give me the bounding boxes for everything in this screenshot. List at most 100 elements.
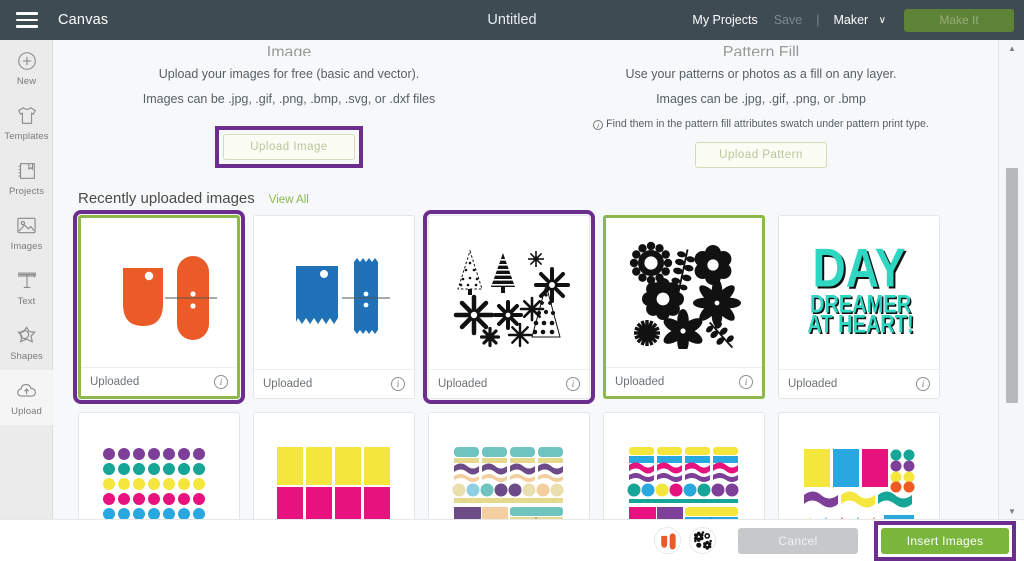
sidebar-item-text[interactable]: Text	[0, 260, 53, 315]
selected-thumb-black-flowers[interactable]	[689, 527, 716, 554]
hamburger-menu-icon[interactable]	[16, 12, 38, 28]
image-card-blue-tags[interactable]: Uploaded i	[253, 215, 415, 399]
make-it-button[interactable]: Make It	[904, 8, 1014, 32]
card-label: Uploaded	[90, 376, 140, 388]
text-t-icon	[15, 269, 39, 293]
panel-scrollbar[interactable]: ▲ ▼	[998, 40, 1024, 519]
sidebar-item-shapes[interactable]: Shapes	[0, 315, 53, 370]
card-slot: Uploaded i	[603, 215, 765, 399]
image-card-black-flowers[interactable]: Uploaded i	[603, 215, 765, 399]
card-label: Uploaded	[438, 378, 488, 390]
save-button[interactable]: Save	[774, 13, 803, 27]
image-card-sticker-sheet[interactable]	[778, 412, 940, 519]
card-footer: Uploaded i	[606, 367, 762, 396]
card-slot: Uploaded i	[253, 215, 415, 399]
card-label: Uploaded	[615, 376, 665, 388]
insert-images-button[interactable]: Insert Images	[881, 527, 1009, 554]
image-desc-line2: Images can be .jpg, .gif, .png, .bmp, .s…	[142, 92, 436, 106]
my-projects-button[interactable]: My Projects	[692, 13, 757, 27]
sidebar-item-projects[interactable]: Projects	[0, 150, 53, 205]
cricut-design-space-window: Canvas Untitled My Projects Save | Maker…	[0, 0, 1024, 561]
card-footer: Uploaded i	[81, 367, 237, 396]
card-slot	[428, 412, 590, 519]
upload-pattern-button[interactable]: Upload Pattern	[695, 142, 827, 168]
info-icon[interactable]: i	[214, 375, 228, 389]
image-card-color-blocks[interactable]	[253, 412, 415, 519]
pattern-desc-line1: Use your patterns or photos as a fill on…	[625, 67, 897, 81]
image-card-day-dreamer[interactable]: DAY DAY DREAMER DREAMER AT HEART! AT HEA…	[778, 215, 940, 399]
top-bar-right-group: My Projects Save | Maker ∨ Make It	[692, 8, 1024, 32]
upload-panel: Image Upload your images for free (basic…	[53, 40, 998, 519]
top-bar: Canvas Untitled My Projects Save | Maker…	[0, 0, 1024, 40]
card-footer: Uploaded i	[779, 369, 939, 398]
pattern-note: i Find them in the pattern fill attribute…	[525, 118, 997, 130]
thumbnail-color-blocks	[254, 413, 414, 519]
thumbnail-dot-grid	[79, 413, 239, 519]
info-icon[interactable]: i	[916, 377, 930, 391]
tshirt-icon	[15, 104, 39, 128]
pattern-upload-column: Pattern Fill Use your patterns or photos…	[525, 42, 997, 168]
pattern-note-text: Find them in the pattern fill attributes…	[606, 118, 929, 130]
image-desc-line1: Upload your images for free (basic and v…	[158, 67, 420, 81]
sidebar-item-upload[interactable]: Upload	[0, 370, 53, 425]
sidebar-item-label: Upload	[11, 405, 42, 417]
upload-image-wrap: Upload Image	[53, 126, 525, 168]
image-card-planner-muted[interactable]	[428, 412, 590, 519]
thumbnail-day-dreamer-text: DAY DAY DREAMER DREAMER AT HEART! AT HEA…	[779, 216, 939, 369]
upload-pattern-wrap: Upload Pattern	[525, 142, 997, 168]
info-icon[interactable]: i	[391, 377, 405, 391]
image-card-dot-grid[interactable]	[78, 412, 240, 519]
thumbnail-planner-bright	[604, 413, 764, 519]
svg-text:DAY: DAY	[813, 238, 906, 298]
picture-icon	[15, 214, 39, 238]
card-label: Uploaded	[788, 378, 838, 390]
thumbnail-sticker-sheet	[779, 413, 939, 519]
image-grid: Uploaded i Uploaded i Uploaded i Uploade…	[73, 210, 978, 519]
selected-thumb-orange-tags[interactable]	[654, 527, 681, 554]
cloud-upload-icon	[15, 379, 39, 403]
card-footer: Uploaded i	[254, 369, 414, 398]
sidebar-item-label: New	[16, 75, 37, 87]
card-slot: Uploaded i	[423, 210, 595, 404]
card-slot: DAY DAY DREAMER DREAMER AT HEART! AT HEA…	[778, 215, 940, 399]
chevron-down-icon: ∨	[878, 15, 886, 26]
star-shape-icon	[15, 324, 39, 348]
cancel-button[interactable]: Cancel	[738, 527, 858, 554]
image-card-planner-bright[interactable]	[603, 412, 765, 519]
separator: |	[816, 13, 820, 27]
image-card-trees-snowflakes[interactable]: Uploaded i	[423, 210, 595, 404]
sidebar-item-label: Images	[10, 240, 43, 252]
card-slot	[603, 412, 765, 519]
info-icon: i	[593, 120, 604, 130]
canvas-label[interactable]: Canvas	[58, 12, 108, 28]
scroll-up-arrow-icon[interactable]: ▲	[999, 40, 1024, 56]
notebook-icon	[15, 159, 39, 183]
pattern-heading: Pattern Fill	[722, 44, 800, 56]
plus-circle-icon	[15, 49, 39, 73]
pattern-desc-line2: Images can be .jpg, .gif, .png, or .bmp	[656, 92, 866, 106]
sidebar-item-label: Text	[17, 295, 36, 307]
info-icon[interactable]: i	[566, 377, 580, 391]
annotation-box-upload-image: Upload Image	[215, 126, 363, 168]
thumbnail-orange-tags	[81, 218, 237, 367]
recently-uploaded-heading: Recently uploaded images	[78, 190, 255, 207]
thumbnail-planner-muted	[429, 413, 589, 519]
sidebar-item-new[interactable]: New	[0, 40, 53, 95]
card-footer: Uploaded i	[429, 369, 589, 398]
svg-text:AT HEART!: AT HEART!	[807, 310, 913, 338]
sidebar-item-label: Templates	[4, 130, 49, 142]
card-slot	[778, 412, 940, 519]
left-sidebar: New Templates Projects Images Text Shape…	[0, 40, 53, 561]
image-upload-column: Image Upload your images for free (basic…	[53, 42, 525, 168]
card-label: Uploaded	[263, 378, 313, 390]
sidebar-item-templates[interactable]: Templates	[0, 95, 53, 150]
info-icon[interactable]: i	[739, 375, 753, 389]
sidebar-item-images[interactable]: Images	[0, 205, 53, 260]
machine-selector[interactable]: Maker ∨	[833, 13, 886, 27]
image-card-orange-tags[interactable]: Uploaded i	[73, 210, 245, 404]
view-all-link[interactable]: View All	[269, 194, 309, 206]
upload-image-button[interactable]: Upload Image	[223, 134, 355, 160]
scroll-down-arrow-icon[interactable]: ▼	[999, 503, 1024, 519]
thumbnail-trees-snowflakes	[429, 216, 589, 369]
scrollbar-thumb[interactable]	[1006, 168, 1018, 403]
